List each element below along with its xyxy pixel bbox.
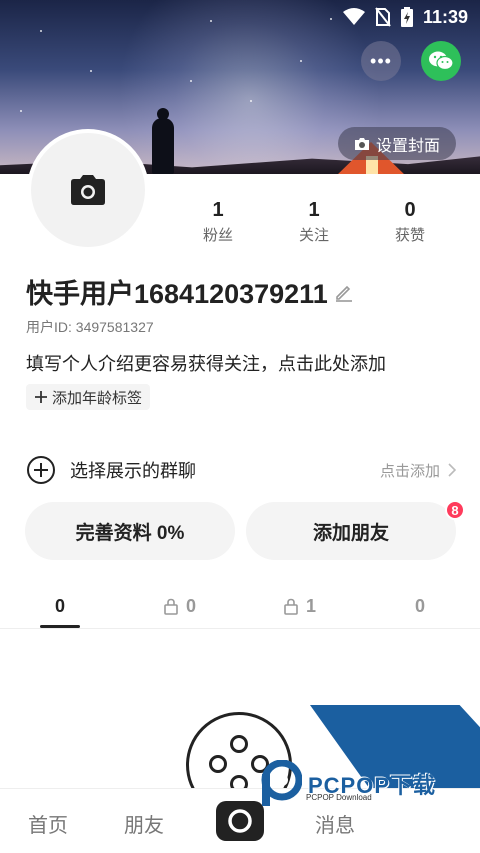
camera-icon [354,137,369,150]
stat-label: 获赞 [394,227,425,244]
group-chat-row[interactable]: 选择展示的群聊 点击添加 [26,452,456,488]
group-chat-title: 选择展示的群聊 [70,461,196,481]
camera-icon [71,175,105,205]
tab-count: 0 [185,595,196,616]
chevron-right-icon [448,463,456,477]
wifi-icon [342,8,365,25]
group-chat-add-link[interactable]: 点击添加 [380,460,456,481]
stat-value: 1 [308,199,320,221]
camera-shutter-icon [228,809,252,833]
stat-following[interactable]: 1 关注 [266,198,362,245]
battery-charging-icon [400,7,413,27]
nav-messages[interactable]: 消息 [315,809,355,838]
no-sim-icon [375,7,391,27]
stat-label: 粉丝 [202,227,233,244]
tab-collections[interactable]: 0 [360,584,480,628]
shoot-button[interactable] [216,801,264,841]
more-button[interactable]: ••• [361,41,401,81]
username-text: 快手用户1684120379211 [26,279,328,309]
tab-count: 0 [54,595,65,616]
watermark-subtitle: PCPOP Download [306,793,372,802]
tab-count: 1 [305,595,316,616]
add-friends-badge: 8 [445,500,465,520]
complete-profile-button[interactable]: 完善资料 0% [25,502,235,560]
status-time: 11:39 [422,6,468,27]
user-id: 用户ID: 3497581327 [26,319,154,335]
profile-stats: 1 粉丝 1 关注 0 获赞 [170,198,470,245]
tab-works[interactable]: 0 [0,584,120,628]
plus-icon [35,391,47,403]
username[interactable]: 快手用户1684120379211 [26,272,354,311]
edit-pencil-icon[interactable] [334,282,354,302]
stat-label: 关注 [298,227,329,244]
add-age-tag-button[interactable]: 添加年龄标签 [26,384,151,410]
more-icon: ••• [370,50,392,71]
stat-value: 0 [404,199,416,221]
lock-icon [284,598,298,615]
tab-count: 0 [414,595,425,616]
stat-value: 1 [212,199,224,221]
lock-icon [164,598,178,615]
stat-likes[interactable]: 0 获赞 [362,198,458,245]
person-silhouette [152,108,174,174]
bio-placeholder[interactable]: 填写个人介绍更容易获得关注，点击此处添加 [26,350,386,376]
nav-friends[interactable]: 朋友 [124,809,164,838]
nav-home[interactable]: 首页 [28,809,68,838]
wechat-icon [429,51,454,71]
content-tabs: 0 0 1 0 [0,584,480,628]
add-circle-icon [27,456,55,484]
divider [0,628,480,629]
age-tag-label: 添加年龄标签 [52,389,143,407]
avatar[interactable] [27,129,149,251]
status-bar: 11:39 [0,0,480,34]
tab-private[interactable]: 0 [120,584,240,628]
add-friends-button[interactable]: 添加朋友 [246,502,456,560]
wechat-share-button[interactable] [421,41,461,81]
group-chat-action: 点击添加 [379,462,440,480]
set-cover-label: 设置封面 [375,137,440,155]
pcpop-logo-icon [261,760,302,806]
stat-fans[interactable]: 1 粉丝 [170,198,266,245]
tab-liked[interactable]: 1 [240,584,360,628]
set-cover-button[interactable]: 设置封面 [338,127,456,160]
